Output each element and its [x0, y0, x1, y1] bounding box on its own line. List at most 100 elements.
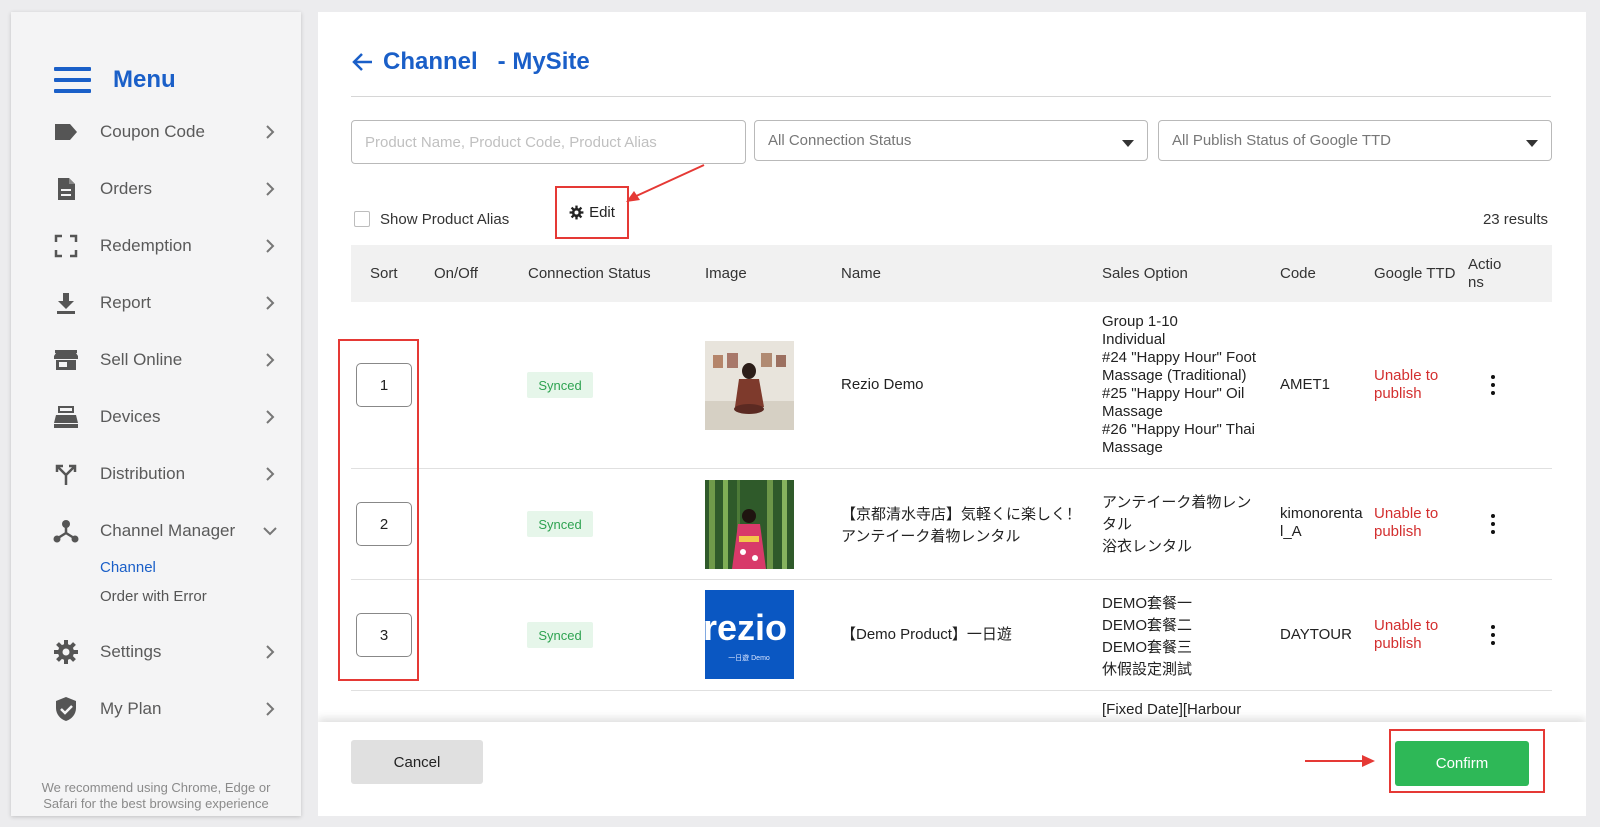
page-title: Channel - MySite — [352, 44, 590, 80]
column-header-sales-option: Sales Option — [1102, 265, 1188, 282]
edit-label: Edit — [589, 204, 615, 221]
chevron-down-icon — [263, 527, 277, 536]
status-badge: Synced — [527, 622, 593, 648]
menu-title: Menu — [113, 66, 176, 93]
sidebar-item-label: Report — [100, 293, 152, 312]
main-content: Channel - MySite Product Name, Product C… — [318, 12, 1586, 816]
annotation-arrow-confirm — [1305, 755, 1375, 767]
product-code: kimonorental_A — [1280, 505, 1363, 540]
sidebar-subitem-order-with-error[interactable]: Order with Error — [100, 588, 207, 605]
sidebar-item-label: Sell Online — [100, 350, 183, 369]
sidebar-item-label: Orders — [100, 179, 152, 198]
shield-check-icon — [53, 696, 79, 722]
column-header-name: Name — [841, 265, 882, 282]
column-header-image: Image — [705, 265, 747, 282]
product-thumbnail: rezio 一日遊 Demo — [705, 590, 794, 679]
results-count: 23 results — [1482, 211, 1548, 228]
google-ttd-status: Unable to publish — [1374, 367, 1439, 402]
show-alias-checkbox[interactable] — [354, 211, 370, 227]
product-code: DAYTOUR — [1280, 626, 1352, 643]
back-arrow-icon[interactable] — [352, 51, 374, 73]
gear-icon — [569, 205, 584, 220]
product-thumbnail — [705, 480, 794, 569]
annotation-confirm-highlight: Confirm — [1389, 729, 1545, 793]
table-row: 2 Synced 【京都清水寺店】気軽くに楽しく！アンテイーク着物レンタル アン… — [351, 469, 1552, 580]
status-badge: Synced — [527, 372, 593, 398]
sales-option-item: #24 "Happy Hour" Foot Massage (Tradition… — [1102, 349, 1257, 384]
annotation-sort-highlight — [338, 339, 419, 681]
more-actions-icon[interactable] — [1490, 375, 1496, 395]
annotation-arrow-edit — [626, 164, 705, 202]
column-header-actions: Actions — [1468, 255, 1502, 291]
title-divider — [351, 96, 1551, 97]
sales-option-item: アンテイーク着物レンタル — [1102, 494, 1252, 533]
sidebar-item-label: Redemption — [100, 236, 192, 255]
sales-option-item: Group 1-10 — [1102, 313, 1178, 330]
sales-option-item: #26 "Happy Hour" Thai Massage — [1102, 421, 1255, 456]
publish-status-select[interactable]: All Publish Status of Google TTD — [1158, 120, 1552, 161]
sidebar-item-label: Settings — [100, 642, 162, 661]
show-alias-label: Show Product Alias — [380, 210, 510, 228]
sales-option-item: 休假設定測試 — [1102, 661, 1193, 678]
connection-status-select[interactable]: All Connection Status — [754, 120, 1148, 161]
chevron-right-icon — [266, 410, 275, 424]
hub-icon — [53, 518, 79, 544]
sidebar-item-label: Coupon Code — [100, 122, 205, 141]
chevron-right-icon — [266, 702, 275, 716]
sales-options: アンテイーク着物レンタル 浴衣レンタル — [1102, 492, 1262, 558]
sidebar-item-orders[interactable]: Orders — [11, 169, 301, 209]
rezio-logo: rezio — [705, 607, 787, 648]
column-header-connection-status: Connection Status — [528, 265, 651, 282]
chevron-right-icon — [266, 182, 275, 196]
chevron-right-icon — [266, 645, 275, 659]
download-icon — [53, 290, 79, 316]
product-name: Rezio Demo — [841, 376, 924, 393]
sidebar-item-devices[interactable]: Devices — [11, 397, 301, 437]
more-actions-icon[interactable] — [1490, 514, 1496, 534]
sidebar-item-coupon-code[interactable]: Coupon Code — [11, 112, 301, 152]
show-alias-toggle[interactable]: Show Product Alias — [354, 208, 509, 230]
sidebar: Menu Coupon Code Orders Redemption Repor… — [11, 12, 301, 816]
sidebar-item-report[interactable]: Report — [11, 283, 301, 323]
publish-status-value: All Publish Status of Google TTD — [1172, 132, 1391, 149]
column-header-on-off: On/Off — [434, 265, 478, 282]
sidebar-item-label: My Plan — [100, 699, 162, 718]
column-header-google-ttd: Google TTD — [1374, 265, 1456, 282]
product-thumbnail — [705, 341, 794, 430]
sales-option-item: Individual — [1102, 331, 1166, 348]
sales-option-item: [Fixed Date][Harbour — [1102, 701, 1242, 718]
confirm-button[interactable]: Confirm — [1395, 741, 1529, 786]
sidebar-item-channel-manager[interactable]: Channel Manager — [11, 511, 301, 551]
split-arrows-icon — [53, 461, 79, 487]
gear-icon — [53, 639, 79, 665]
column-header-code: Code — [1280, 265, 1316, 282]
search-input[interactable]: Product Name, Product Code, Product Alia… — [351, 120, 746, 164]
sidebar-item-label: Distribution — [100, 464, 186, 483]
page-title-text: Channel - MySite — [383, 48, 590, 75]
sidebar-subitem-channel[interactable]: Channel — [100, 559, 156, 576]
sales-option-item: DEMO套餐三 — [1102, 639, 1193, 656]
chevron-right-icon — [266, 239, 275, 253]
thumbnail-caption: 一日遊 Demo — [728, 653, 770, 662]
table-row: 1 Synced Rezio Demo Group 1-10 Individua… — [351, 302, 1552, 469]
document-icon — [53, 176, 79, 202]
sidebar-item-distribution[interactable]: Distribution — [11, 454, 301, 494]
more-actions-icon[interactable] — [1490, 625, 1496, 645]
sales-option-item: DEMO套餐一 — [1102, 595, 1193, 612]
chevron-right-icon — [266, 353, 275, 367]
chevron-right-icon — [266, 125, 275, 139]
product-code: AMET1 — [1280, 376, 1331, 393]
column-header-sort[interactable]: Sort — [370, 245, 398, 302]
table-row: 3 Synced rezio 一日遊 Demo 【Demo Product】一日… — [351, 580, 1552, 691]
sidebar-item-redemption[interactable]: Redemption — [11, 226, 301, 266]
product-name: 【京都清水寺店】気軽くに楽しく！アンテイーク着物レンタル — [841, 506, 1082, 545]
hamburger-menu-icon[interactable] — [54, 67, 91, 93]
table-header: Sort On/Off Connection Status Image Name… — [351, 245, 1552, 302]
google-ttd-status: Unable to publish — [1374, 617, 1439, 652]
sidebar-item-label: Channel Manager — [100, 521, 236, 540]
store-icon — [53, 347, 79, 373]
sidebar-item-sell-online[interactable]: Sell Online — [11, 340, 301, 380]
cancel-button[interactable]: Cancel — [351, 740, 483, 784]
sidebar-item-my-plan[interactable]: My Plan — [11, 689, 301, 729]
sidebar-item-settings[interactable]: Settings — [11, 632, 301, 672]
